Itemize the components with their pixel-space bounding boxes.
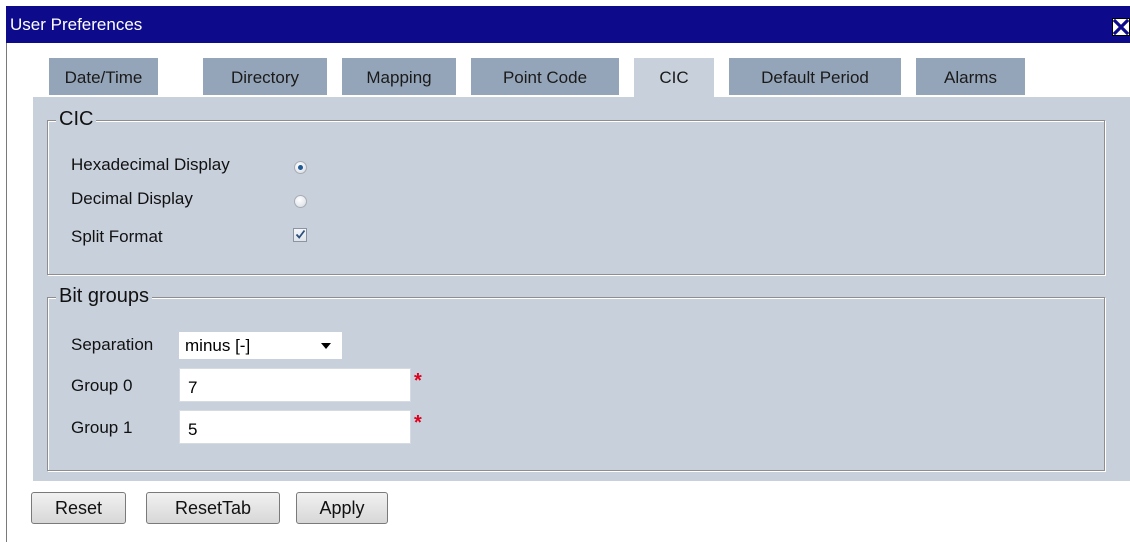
tab-panel-cic: CIC Hexadecimal Display Decimal Display …	[33, 97, 1130, 481]
decimal-display-label: Decimal Display	[71, 189, 193, 208]
close-icon[interactable]	[1112, 18, 1130, 36]
title-bar[interactable]: User Preferences	[6, 6, 1130, 43]
group0-label: Group 0	[71, 376, 133, 395]
bit-groups-legend: Bit groups	[56, 285, 153, 308]
tab-label: Date/Time	[64, 68, 143, 87]
window-title: User Preferences	[10, 15, 143, 34]
tab-label: Alarms	[944, 68, 997, 87]
group1-value: 5	[188, 420, 198, 439]
tab-cic[interactable]: CIC	[633, 57, 715, 98]
chevron-down-icon	[321, 343, 331, 349]
tab-default-period[interactable]: Default Period	[728, 57, 902, 96]
apply-button[interactable]: Apply	[296, 492, 388, 524]
reset-button[interactable]: Reset	[31, 492, 126, 524]
tab-alarms[interactable]: Alarms	[915, 57, 1026, 96]
cic-group: CIC Hexadecimal Display Decimal Display …	[47, 108, 1105, 275]
group0-value: 7	[188, 378, 198, 397]
separation-select[interactable]: minus [-]	[179, 332, 342, 359]
hex-display-label: Hexadecimal Display	[71, 155, 230, 174]
tab-label: Directory	[230, 68, 299, 87]
hex-display-radio[interactable]	[294, 161, 307, 174]
split-format-label: Split Format	[71, 227, 163, 246]
decimal-display-radio[interactable]	[294, 195, 307, 208]
user-preferences-dialog: User Preferences Date/Time Directory Map…	[6, 6, 1130, 542]
group0-required-mark: *	[414, 370, 422, 392]
reset-tab-button[interactable]: ResetTab	[146, 492, 280, 524]
tab-label: Default Period	[761, 68, 869, 87]
tab-date-time[interactable]: Date/Time	[48, 57, 159, 96]
separation-label: Separation	[71, 335, 154, 354]
split-format-checkbox[interactable]	[293, 228, 307, 242]
separation-value: minus [-]	[185, 336, 251, 355]
window-border	[6, 43, 7, 542]
bit-groups-group: Bit groups Separation minus [-] Group 0 …	[47, 285, 1105, 471]
group1-input[interactable]: 5	[179, 410, 411, 444]
checkmark-icon	[295, 229, 306, 239]
group1-required-mark: *	[414, 412, 422, 434]
tab-label: Point Code	[502, 68, 588, 87]
group0-input[interactable]: 7	[179, 368, 411, 402]
cic-legend: CIC	[56, 108, 97, 131]
tab-mapping[interactable]: Mapping	[341, 57, 457, 96]
tab-point-code[interactable]: Point Code	[470, 57, 620, 96]
radio-selected-dot	[298, 165, 303, 170]
tab-label: CIC	[659, 68, 689, 87]
tab-label: Mapping	[366, 68, 432, 87]
group1-label: Group 1	[71, 418, 133, 437]
tab-directory[interactable]: Directory	[202, 57, 328, 96]
